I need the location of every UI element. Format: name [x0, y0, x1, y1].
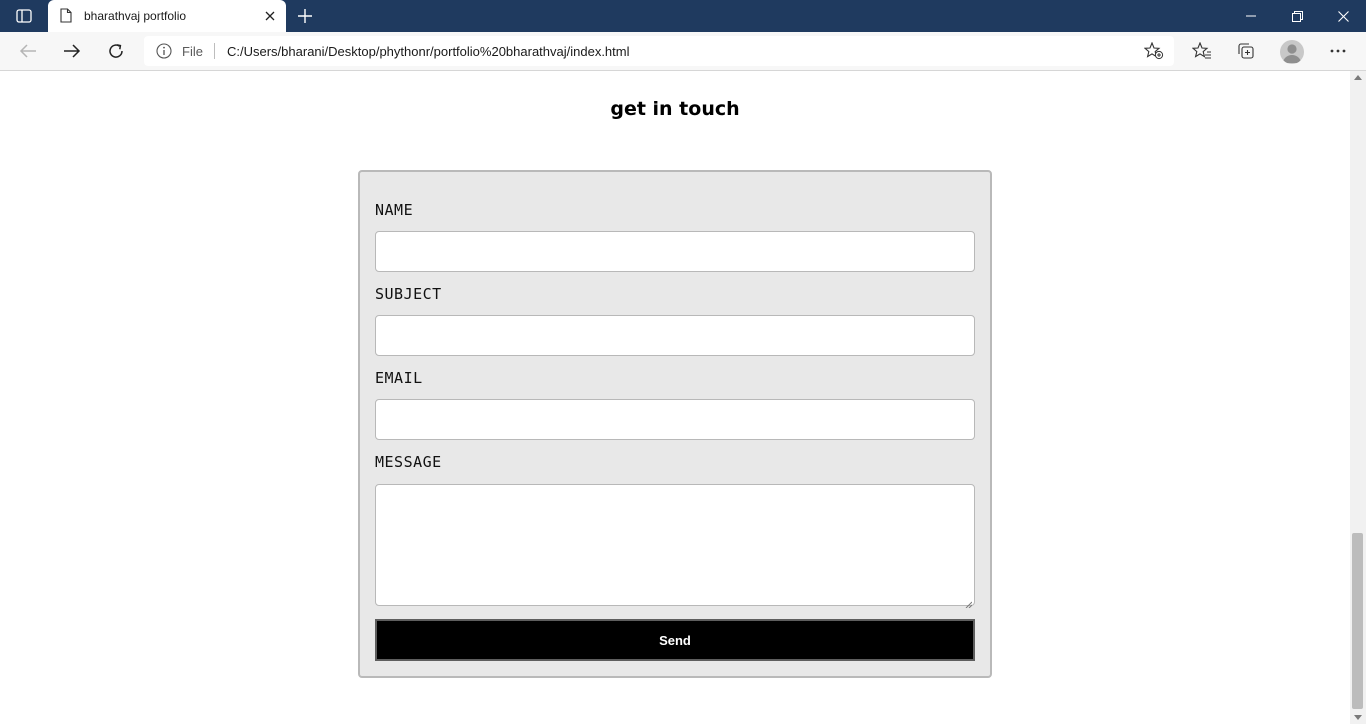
message-label: MESSAGE	[375, 453, 442, 471]
tab-close-icon[interactable]	[262, 8, 278, 24]
email-input[interactable]	[375, 399, 975, 440]
contact-form: NAME SUBJECT EMAIL MESSAGE Send	[358, 170, 992, 678]
page-viewport: get in touch NAME SUBJECT EMAIL MESSAGE …	[0, 71, 1350, 724]
email-label: EMAIL	[375, 369, 423, 387]
profile-avatar-icon[interactable]	[1280, 40, 1304, 64]
resize-grip-icon[interactable]	[964, 595, 973, 609]
tab-title: bharathvaj portfolio	[84, 9, 187, 23]
refresh-icon[interactable]	[100, 36, 132, 66]
favorites-icon[interactable]	[1186, 36, 1218, 66]
name-label: NAME	[375, 201, 414, 219]
browser-tab-active[interactable]: bharathvaj portfolio	[48, 0, 286, 32]
browser-titlebar: bharathvaj portfolio	[0, 0, 1366, 32]
close-window-icon[interactable]	[1320, 0, 1366, 32]
section-title: get in touch	[610, 98, 740, 120]
back-arrow-icon[interactable]	[12, 36, 44, 66]
scrollbar-thumb[interactable]	[1352, 533, 1363, 709]
address-divider	[214, 43, 215, 59]
name-input[interactable]	[375, 231, 975, 272]
vertical-scrollbar[interactable]	[1350, 71, 1366, 724]
minimize-icon[interactable]	[1228, 0, 1274, 32]
address-bar[interactable]: File C:/Users/bharani/Desktop/phythonr/p…	[144, 36, 1174, 66]
scroll-up-icon[interactable]	[1354, 75, 1362, 80]
tab-actions-icon[interactable]	[8, 4, 40, 28]
restore-icon[interactable]	[1274, 0, 1320, 32]
more-options-icon[interactable]	[1322, 36, 1354, 66]
add-favorite-icon[interactable]	[1143, 41, 1165, 61]
url-text[interactable]: C:/Users/bharani/Desktop/phythonr/portfo…	[227, 44, 630, 59]
new-tab-icon[interactable]	[292, 4, 318, 28]
page-icon	[60, 8, 72, 28]
collections-icon[interactable]	[1230, 36, 1262, 66]
send-button[interactable]: Send	[375, 619, 975, 661]
forward-arrow-icon[interactable]	[56, 36, 88, 66]
browser-toolbar: File C:/Users/bharani/Desktop/phythonr/p…	[0, 32, 1366, 71]
scheme-label: File	[182, 44, 203, 59]
info-icon[interactable]	[156, 43, 172, 64]
scroll-down-icon[interactable]	[1354, 715, 1362, 720]
subject-label: SUBJECT	[375, 285, 442, 303]
subject-input[interactable]	[375, 315, 975, 356]
message-textarea[interactable]	[375, 484, 975, 609]
